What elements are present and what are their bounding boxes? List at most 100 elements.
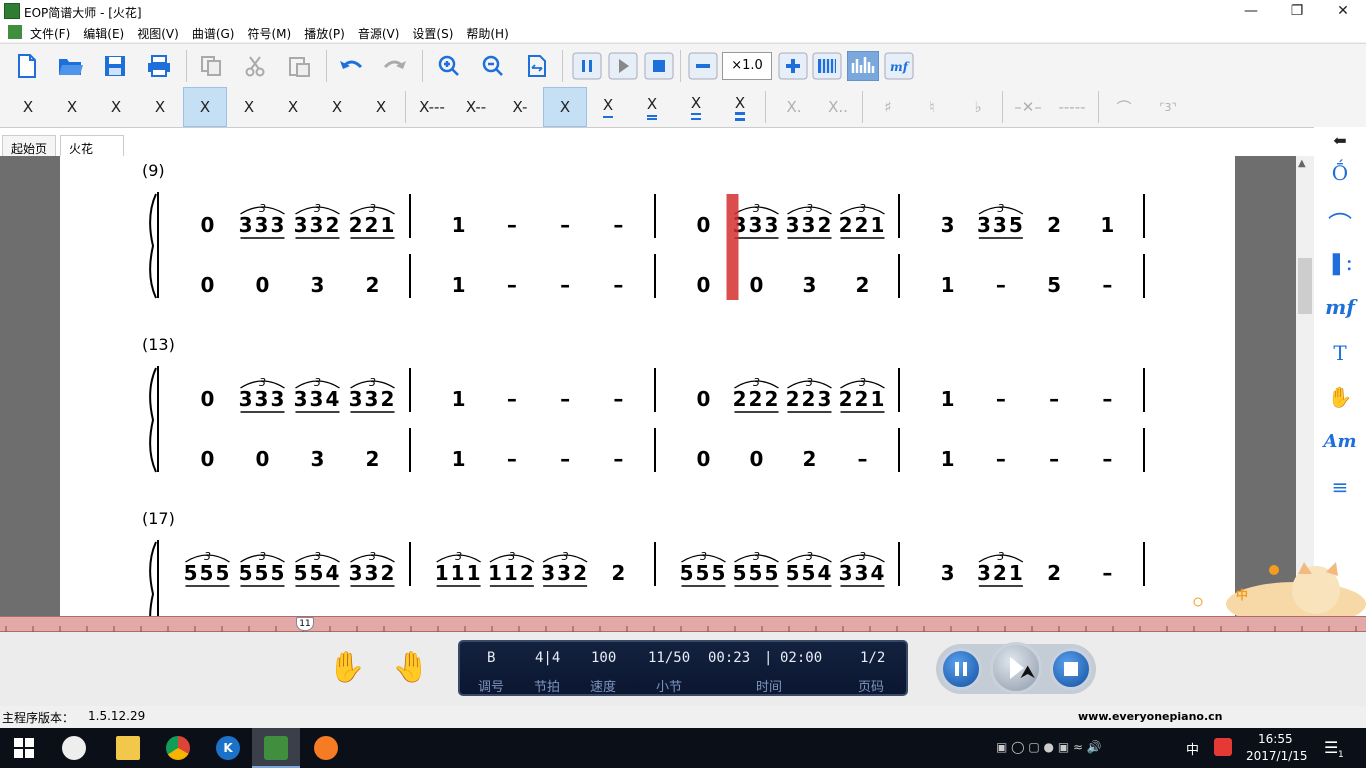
maximize-button[interactable]: ❐ — [1274, 0, 1320, 22]
redo-button[interactable] — [378, 50, 412, 82]
timeline-position-marker[interactable]: 11 — [296, 617, 314, 631]
fermata-icon[interactable]: ⌒ — [1314, 205, 1366, 240]
toolbar-play-button[interactable] — [606, 50, 640, 82]
menu-help[interactable]: 帮助(H) — [466, 25, 508, 42]
print-button[interactable] — [142, 50, 176, 82]
paste-button[interactable] — [282, 50, 316, 82]
menu-view[interactable]: 视图(V) — [137, 25, 179, 42]
fit-page-button[interactable] — [520, 50, 554, 82]
note-style-icon[interactable]: Ṓ — [1314, 161, 1366, 185]
thirty-second-note-button[interactable]: X — [674, 87, 718, 127]
scroll-up-icon[interactable]: ▲ — [1298, 158, 1306, 169]
text-icon[interactable]: T — [1314, 341, 1366, 365]
quarter-note-button[interactable]: X — [543, 87, 587, 127]
triplet-button[interactable]: ⌜3⌝ — [1146, 87, 1190, 127]
octave-high-1-button[interactable]: X — [94, 87, 138, 127]
octave-high-3-button[interactable]: X — [6, 87, 50, 127]
zoom-out-button[interactable] — [476, 50, 510, 82]
menu-file[interactable]: 文件(F) — [30, 25, 70, 42]
eop-app-icon[interactable] — [264, 736, 288, 760]
vertical-scrollbar[interactable]: ▲ — [1296, 156, 1314, 616]
tray-icons[interactable]: ▣ ◯ ▢ ● ▣ ≈ 🔊 — [996, 740, 1102, 754]
dot-button[interactable]: X. — [772, 87, 816, 127]
action-center-icon[interactable]: ☰ — [1324, 738, 1338, 757]
triplet-number: 3 — [369, 202, 376, 215]
score-page[interactable]: (9) 0 333 3 332 3 221 3 1– – –0 333 3 332 3 221 3 3 335 3 2 1… — [60, 156, 1235, 616]
repeat-icon[interactable]: ❚: — [1314, 251, 1366, 276]
website-link[interactable]: www.everyonepiano.cn — [1078, 710, 1222, 723]
zoom-in-button[interactable] — [432, 50, 466, 82]
close-button[interactable]: ✕ — [1320, 0, 1366, 22]
orange-app-icon[interactable] — [314, 736, 338, 760]
toolbar-stop-button[interactable] — [642, 50, 676, 82]
half-note-button[interactable]: X- — [498, 87, 542, 127]
octave-low-button[interactable]: X — [227, 87, 271, 127]
octave-low-3-button[interactable]: X — [359, 87, 403, 127]
triplet-number: 3 — [997, 550, 1004, 563]
line-spacing-icon[interactable]: ≡ — [1314, 475, 1366, 499]
upper-staff-note: 221 — [839, 387, 887, 411]
dynamics-mf-icon[interactable]: mf — [1314, 295, 1366, 319]
scrollbar-thumb[interactable] — [1298, 258, 1312, 314]
ime-indicator[interactable]: 中 — [1186, 739, 1199, 758]
natural-button[interactable]: ♮ — [910, 87, 954, 127]
minimize-button[interactable]: — — [1228, 0, 1274, 22]
tab-start-page[interactable]: 起始页 — [2, 135, 57, 157]
clock-date[interactable]: 2017/1/15 — [1246, 749, 1308, 763]
left-hand-icon[interactable]: ✋ — [328, 650, 365, 685]
dynamics-button[interactable]: mf — [882, 50, 916, 82]
half-dotted-note-button[interactable]: X-- — [454, 87, 498, 127]
piano-view-button[interactable] — [810, 50, 844, 82]
octave-high-button[interactable]: X — [138, 87, 182, 127]
save-button[interactable] — [98, 50, 132, 82]
mascot-cat[interactable]: 中 — [1186, 560, 1366, 626]
collapse-arrow-icon[interactable]: ⬅ — [1314, 131, 1366, 150]
eighth-note-button[interactable]: X — [586, 87, 630, 127]
tab-huohua[interactable]: 火花 — [60, 135, 124, 157]
pinwheel-app-icon[interactable] — [62, 736, 86, 760]
octave-normal-button[interactable]: X — [183, 87, 227, 127]
chrome-icon[interactable] — [166, 736, 190, 760]
octave-low-1-button[interactable]: X — [271, 87, 315, 127]
windows-start-button[interactable] — [14, 738, 34, 761]
menu-settings[interactable]: 设置(S) — [412, 25, 453, 42]
measure-label: 小节 — [656, 680, 683, 695]
undo-button[interactable] — [334, 50, 368, 82]
playback-timeline[interactable]: 11 — [0, 616, 1366, 632]
toolbar-pause-button[interactable] — [570, 50, 604, 82]
score-view-button[interactable] — [846, 50, 880, 82]
copy-button[interactable] — [194, 50, 228, 82]
pause-button[interactable] — [940, 648, 982, 690]
dash-button[interactable]: ----- — [1050, 87, 1094, 127]
speed-increase-button[interactable] — [776, 50, 810, 82]
menu-edit[interactable]: 编辑(E) — [83, 25, 124, 42]
chord-icon[interactable]: Am — [1314, 431, 1366, 452]
sixteenth-note-button[interactable]: X — [630, 87, 674, 127]
k-app-icon[interactable]: K — [216, 736, 240, 760]
sharp-button[interactable]: ♯ — [866, 87, 910, 127]
new-file-button[interactable] — [10, 50, 44, 82]
menu-play[interactable]: 播放(P) — [304, 25, 345, 42]
speed-decrease-button[interactable] — [686, 50, 720, 82]
right-hand-icon[interactable]: ✋ — [392, 650, 429, 685]
menu-score[interactable]: 曲谱(G) — [192, 25, 235, 42]
menu-symbol[interactable]: 符号(M) — [247, 25, 291, 42]
clock-time[interactable]: 16:55 — [1258, 732, 1293, 746]
tie-button[interactable]: –✕– — [1006, 87, 1050, 127]
flat-button[interactable]: ♭ — [956, 87, 1000, 127]
open-file-button[interactable] — [54, 50, 88, 82]
speed-field[interactable]: ×1.0 — [722, 52, 772, 80]
sixty-fourth-note-button[interactable]: X — [718, 87, 762, 127]
cut-button[interactable] — [238, 50, 272, 82]
octave-low-2-button[interactable]: X — [315, 87, 359, 127]
upper-staff-note: – — [1049, 387, 1059, 411]
sogou-ime-icon[interactable] — [1214, 738, 1232, 756]
octave-high-2-button[interactable]: X — [50, 87, 94, 127]
slur-button[interactable]: ⌒ — [1102, 87, 1146, 127]
file-explorer-icon[interactable] — [116, 736, 140, 760]
hand-icon[interactable]: ✋ — [1314, 385, 1366, 409]
whole-note-button[interactable]: X--- — [410, 87, 454, 127]
double-dot-button[interactable]: X.. — [816, 87, 860, 127]
menu-sound[interactable]: 音源(V) — [358, 25, 400, 42]
stop-button[interactable] — [1050, 648, 1092, 690]
